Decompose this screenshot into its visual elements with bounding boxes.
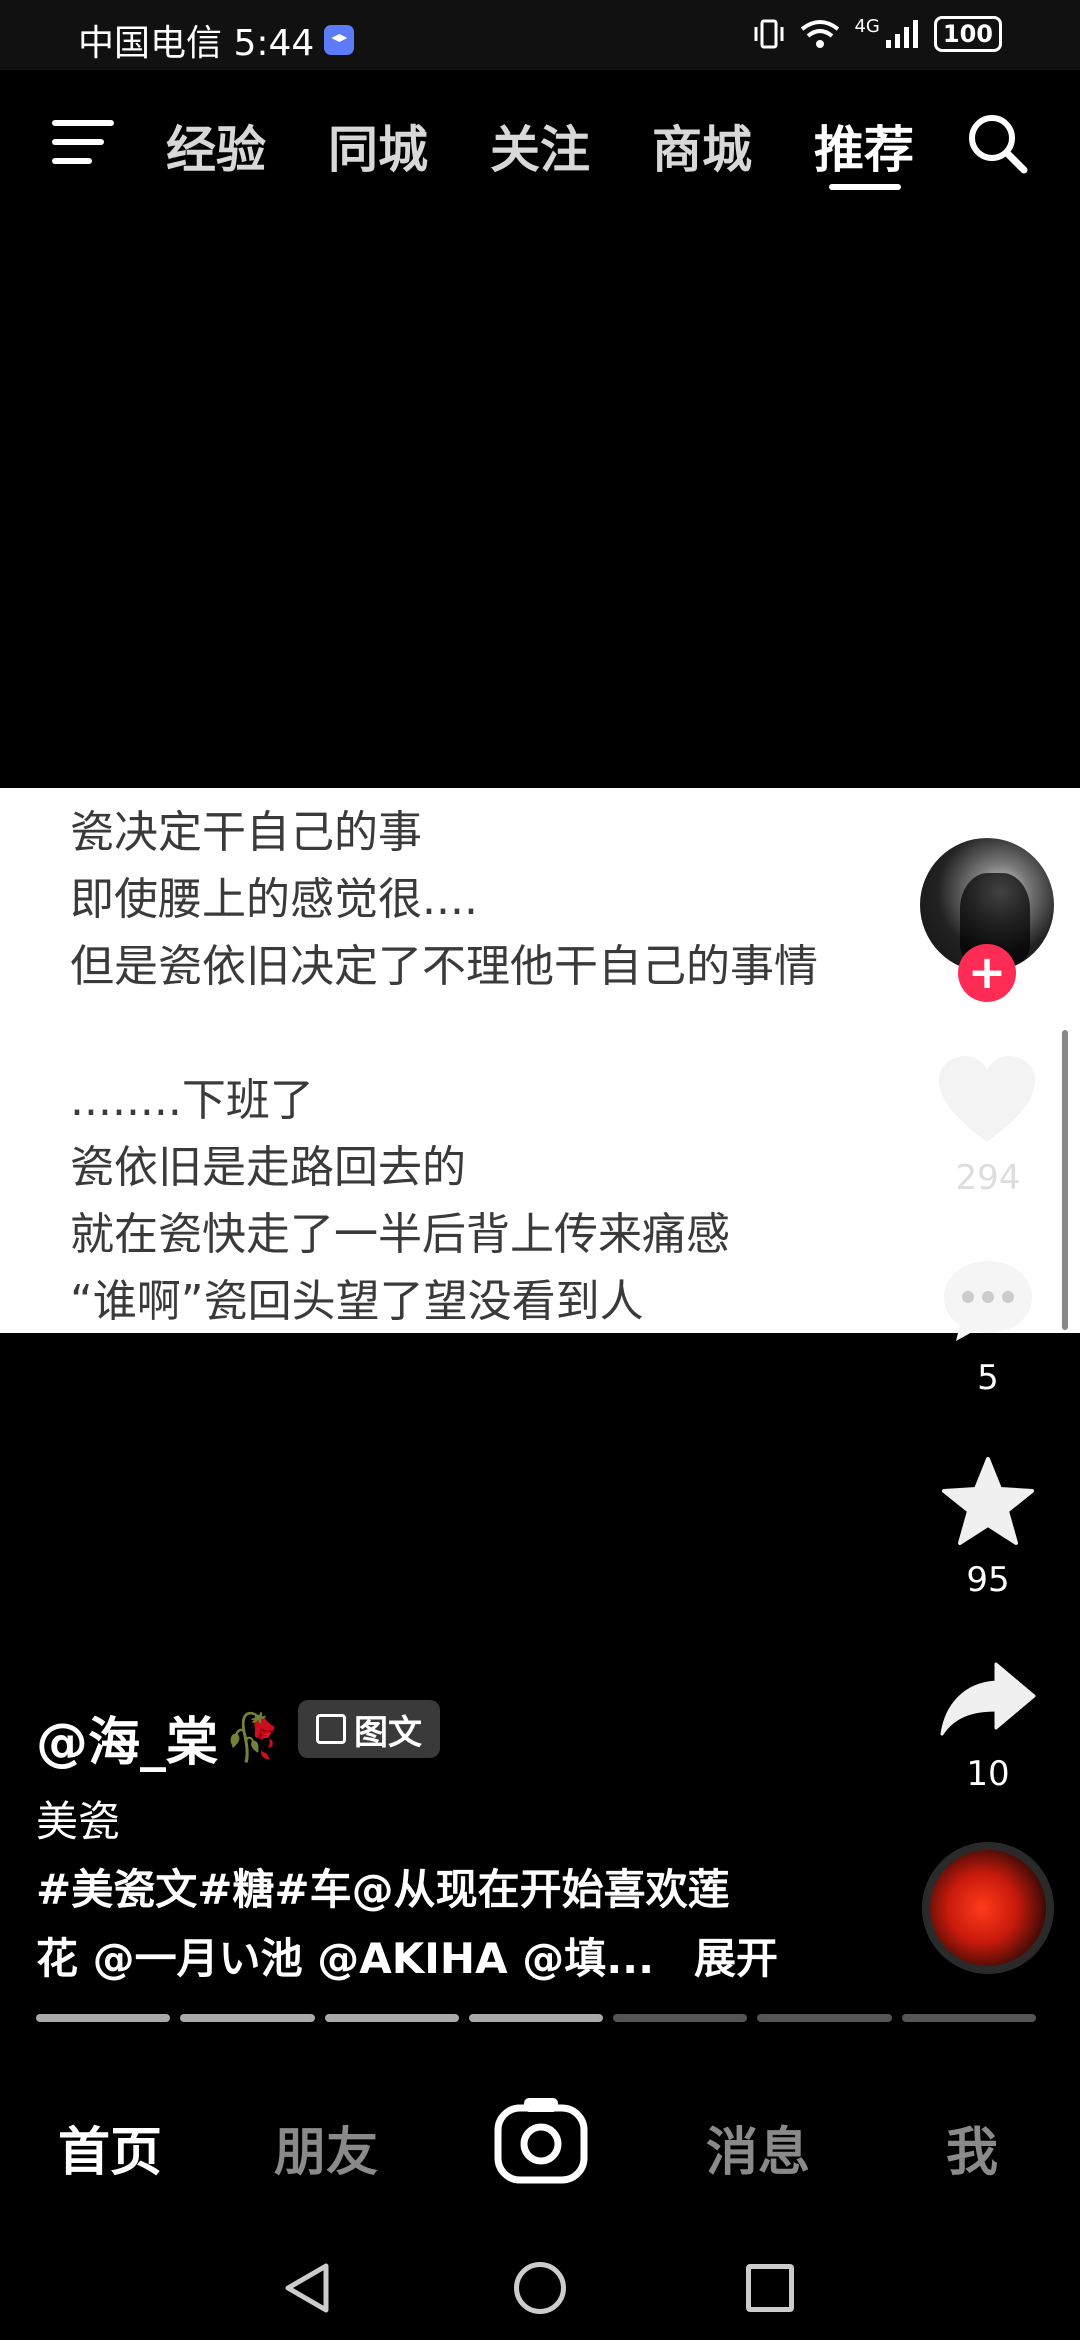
expand-link[interactable]: 展开	[694, 1925, 778, 1986]
tab-recommend[interactable]: 推荐	[814, 110, 914, 182]
content-line: 但是瓷依旧决定了不理他干自己的事情	[70, 941, 818, 992]
progress-segment	[180, 2014, 315, 2022]
signal-icon	[885, 20, 918, 48]
search-icon[interactable]	[964, 110, 1030, 176]
content-line: “谁啊”瓷回头望了望没看到人	[70, 1276, 644, 1327]
recent-apps-icon[interactable]	[746, 2264, 794, 2312]
image-text-badge: 图文	[298, 1700, 440, 1758]
content-line: 即使腰上的感觉很....	[70, 874, 478, 925]
badge-label: 图文	[354, 1712, 422, 1753]
active-tab-indicator	[829, 184, 901, 190]
tab-following[interactable]: 关注	[490, 110, 590, 182]
progress-segment	[468, 2014, 604, 2022]
progress-segment	[901, 2014, 1036, 2022]
music-disc[interactable]	[922, 1842, 1054, 1974]
home-icon[interactable]	[514, 2262, 566, 2314]
menu-icon[interactable]	[52, 120, 114, 168]
nav-me[interactable]: 我	[946, 2110, 998, 2185]
content-scrollbar[interactable]	[1062, 1030, 1068, 1330]
content-line: 瓷决定干自己的事	[70, 807, 422, 858]
image-text-icon	[316, 1714, 346, 1744]
progress-segment	[36, 2014, 171, 2022]
post-description-line2[interactable]: 花 @一月い池 @AKIHA @填...	[36, 1925, 654, 1986]
bottom-nav: 首页 朋友 消息 我	[0, 2080, 1080, 2200]
nav-friends[interactable]: 朋友	[274, 2110, 378, 2185]
author-handle[interactable]: @海_棠	[36, 1700, 218, 1775]
rose-icon: 🥀	[224, 1710, 282, 1764]
like-heart-icon[interactable]	[935, 1052, 1039, 1148]
favorite-star-icon[interactable]	[940, 1455, 1036, 1547]
status-right: 4G 100	[752, 16, 1002, 52]
author-name[interactable]: @海_棠 🥀	[36, 1700, 281, 1775]
system-nav-bar	[0, 2240, 1080, 2340]
tab-local[interactable]: 同城	[328, 110, 428, 182]
like-count: 294	[955, 1158, 1021, 1198]
app-notification-icon	[324, 25, 355, 55]
network-type: 4G	[854, 16, 880, 37]
comment-icon[interactable]	[938, 1255, 1038, 1345]
image-progress-bar	[36, 2014, 1036, 2022]
carrier-time: 中国电信 5:44	[78, 23, 315, 64]
tab-mall[interactable]: 商城	[652, 110, 752, 182]
vibrate-icon	[754, 19, 784, 49]
progress-segment	[613, 2014, 748, 2022]
progress-segment	[324, 2014, 459, 2022]
post-description[interactable]: #美瓷文#糖#车@从现在开始喜欢莲	[36, 1856, 730, 1917]
follow-button[interactable]: +	[958, 944, 1016, 1002]
status-bar: 中国电信 5:44 4G 100	[0, 0, 1080, 70]
share-arrow-icon[interactable]	[938, 1660, 1038, 1740]
status-left: 中国电信 5:44	[78, 14, 355, 66]
tab-experience[interactable]: 经验	[166, 110, 266, 182]
post-text-card[interactable]: 瓷决定干自己的事 即使腰上的感觉很.... 但是瓷依旧决定了不理他干自己的事情 …	[0, 788, 1080, 1333]
wifi-icon	[801, 20, 840, 48]
nav-home[interactable]: 首页	[58, 2110, 162, 2185]
content-line: ........下班了	[70, 1075, 314, 1126]
back-icon[interactable]	[282, 2260, 332, 2316]
favorite-count: 95	[966, 1560, 1010, 1600]
battery-indicator: 100	[933, 16, 1002, 52]
share-count: 10	[966, 1754, 1010, 1794]
comment-count: 5	[977, 1358, 999, 1398]
progress-segment	[757, 2014, 892, 2022]
content-line: 就在瓷快走了一半后背上传来痛感	[70, 1209, 730, 1260]
top-nav: 经验 同城 关注 商城 推荐	[0, 90, 1080, 200]
camera-icon[interactable]	[494, 2094, 588, 2188]
nav-messages[interactable]: 消息	[706, 2110, 810, 2185]
post-subtitle: 美瓷	[36, 1797, 121, 1846]
content-line: 瓷依旧是走路回去的	[70, 1142, 466, 1193]
